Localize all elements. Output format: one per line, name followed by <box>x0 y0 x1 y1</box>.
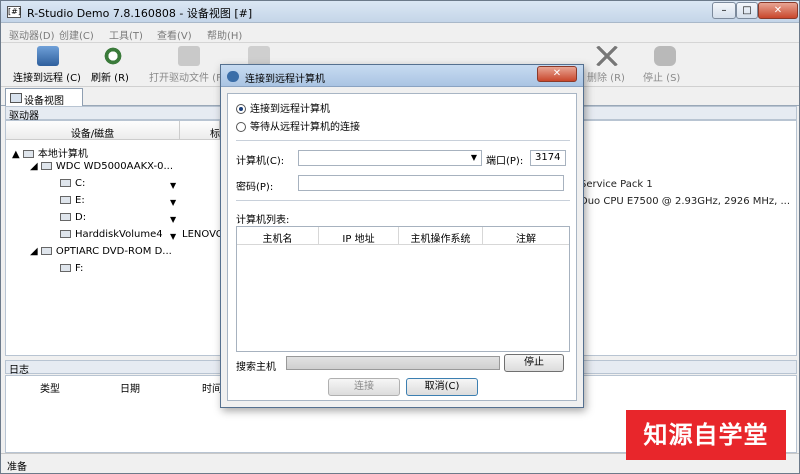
connect-button[interactable]: 连接 <box>328 378 400 396</box>
radio-selected-icon <box>236 104 246 114</box>
log-column-type[interactable]: 类型 <box>40 380 60 395</box>
list-column-os[interactable]: 主机操作系统 <box>399 227 483 245</box>
system-info-cpu: Duo CPU E7500 @ 2.93GHz, 2926 MHz, ... <box>580 196 791 207</box>
port-field[interactable]: 3174 <box>530 150 566 166</box>
stop-search-button[interactable]: 停止 <box>504 354 564 372</box>
dialog-app-icon <box>227 71 239 82</box>
tree-volume-c[interactable]: C: <box>60 178 85 194</box>
computer-label: 计算机(C): <box>236 156 285 167</box>
system-info-os: Service Pack 1 <box>580 179 653 190</box>
delete-button[interactable]: 删除 (R) <box>587 46 627 84</box>
volume-label-lenovo: LENOVO <box>182 229 224 240</box>
computer-list-label: 计算机列表: <box>236 215 290 226</box>
toolbar-generic-icon <box>248 46 270 66</box>
drive-icon <box>60 230 71 238</box>
minimize-button[interactable]: – <box>712 2 736 19</box>
dialog-title: 连接到远程计算机 <box>245 74 325 85</box>
log-column-date[interactable]: 日期 <box>120 380 140 395</box>
computer-icon <box>22 150 34 158</box>
chevron-down-icon[interactable]: ▼ <box>170 198 176 207</box>
list-column-ip[interactable]: IP 地址 <box>319 227 399 245</box>
delete-icon <box>596 46 618 66</box>
column-device-disk[interactable]: 设备/磁盘 <box>6 121 180 140</box>
menu-tools[interactable]: 工具(T) <box>109 27 143 42</box>
divider <box>236 200 570 201</box>
menu-bar: 驱动器(D) 创建(C) 工具(T) 查看(V) 帮助(H) <box>1 23 799 43</box>
dialog-body: 连接到远程计算机 等待从远程计算机的连接 计算机(C): ▼ 端口(P): 31… <box>227 93 577 401</box>
menu-help[interactable]: 帮助(H) <box>207 27 242 42</box>
cancel-button[interactable]: 取消(C) <box>406 378 478 396</box>
chevron-down-icon[interactable]: ▼ <box>170 181 176 190</box>
tree-volume-d[interactable]: D: <box>60 212 86 228</box>
connect-remote-button[interactable]: 连接到远程 (C) <box>13 46 83 84</box>
connect-remote-dialog: 连接到远程计算机 ✕ 连接到远程计算机 等待从远程计算机的连接 计算机(C): … <box>220 64 584 408</box>
tab-device-view[interactable]: 设备视图 <box>5 88 83 107</box>
stop-icon <box>654 46 676 66</box>
search-hosts-label: 搜索主机 <box>236 362 276 373</box>
open-drive-file-button[interactable]: 打开驱动文件 (F) <box>149 46 229 84</box>
tree-volume-f[interactable]: F: <box>60 263 83 279</box>
search-progress-bar <box>286 356 500 370</box>
menu-view[interactable]: 查看(V) <box>157 27 192 42</box>
list-column-hostname[interactable]: 主机名 <box>237 227 319 245</box>
tree-volume-e[interactable]: E: <box>60 195 85 211</box>
list-column-comment[interactable]: 注解 <box>483 227 569 245</box>
port-label: 端口(P): <box>486 156 524 167</box>
menu-create[interactable]: 创建(C) <box>59 27 94 42</box>
chevron-down-icon: ▼ <box>470 153 477 162</box>
tree-disk-wdc[interactable]: ◢ WDC WD5000AAKX-0... <box>30 161 173 177</box>
drive-icon <box>60 264 71 272</box>
watermark-logo: 知源自学堂 <box>626 410 786 460</box>
password-field[interactable] <box>298 175 564 191</box>
open-drive-file-icon <box>178 46 200 66</box>
stop-button[interactable]: 停止 (S) <box>643 46 687 84</box>
refresh-icon <box>102 46 124 66</box>
maximize-button[interactable]: □ <box>736 2 758 19</box>
close-button[interactable]: ✕ <box>758 2 798 19</box>
drive-icon <box>60 196 71 204</box>
hard-disk-icon <box>40 162 52 170</box>
chevron-down-icon[interactable]: ▼ <box>170 232 176 241</box>
computer-list[interactable]: 主机名 IP 地址 主机操作系统 注解 <box>236 226 570 352</box>
dialog-close-button[interactable]: ✕ <box>537 66 577 82</box>
divider <box>236 140 570 141</box>
computer-combobox[interactable]: ▼ <box>298 150 482 166</box>
password-label: 密码(P): <box>236 182 274 193</box>
title-bar[interactable]: [#] R-Studio Demo 7.8.160808 - 设备视图 [#] … <box>1 1 799 23</box>
app-icon: [#] <box>7 6 21 18</box>
radio-unselected-icon <box>236 122 246 132</box>
refresh-button[interactable]: 刷新 (R) <box>91 46 135 84</box>
dialog-title-bar[interactable]: 连接到远程计算机 ✕ <box>221 65 583 87</box>
drive-icon <box>60 213 71 221</box>
log-column-time[interactable]: 时间 <box>202 380 222 395</box>
radio-connect-remote[interactable]: 连接到远程计算机 <box>236 100 330 115</box>
radio-wait-connection[interactable]: 等待从远程计算机的连接 <box>236 118 360 133</box>
column-label[interactable]: 标 <box>180 121 220 140</box>
tree-local-computer[interactable]: ▲ 本地计算机 <box>12 145 88 161</box>
window-title: R-Studio Demo 7.8.160808 - 设备视图 [#] <box>27 7 253 20</box>
connect-remote-icon <box>37 46 59 66</box>
tree-disk-optiarc[interactable]: ◢ OPTIARC DVD-ROM D... <box>30 246 172 262</box>
drive-icon <box>60 179 71 187</box>
tree-volume-harddisk4[interactable]: HarddiskVolume4 <box>60 229 163 245</box>
menu-drives[interactable]: 驱动器(D) <box>9 27 55 42</box>
chevron-down-icon[interactable]: ▼ <box>170 215 176 224</box>
optical-drive-icon <box>40 247 52 255</box>
